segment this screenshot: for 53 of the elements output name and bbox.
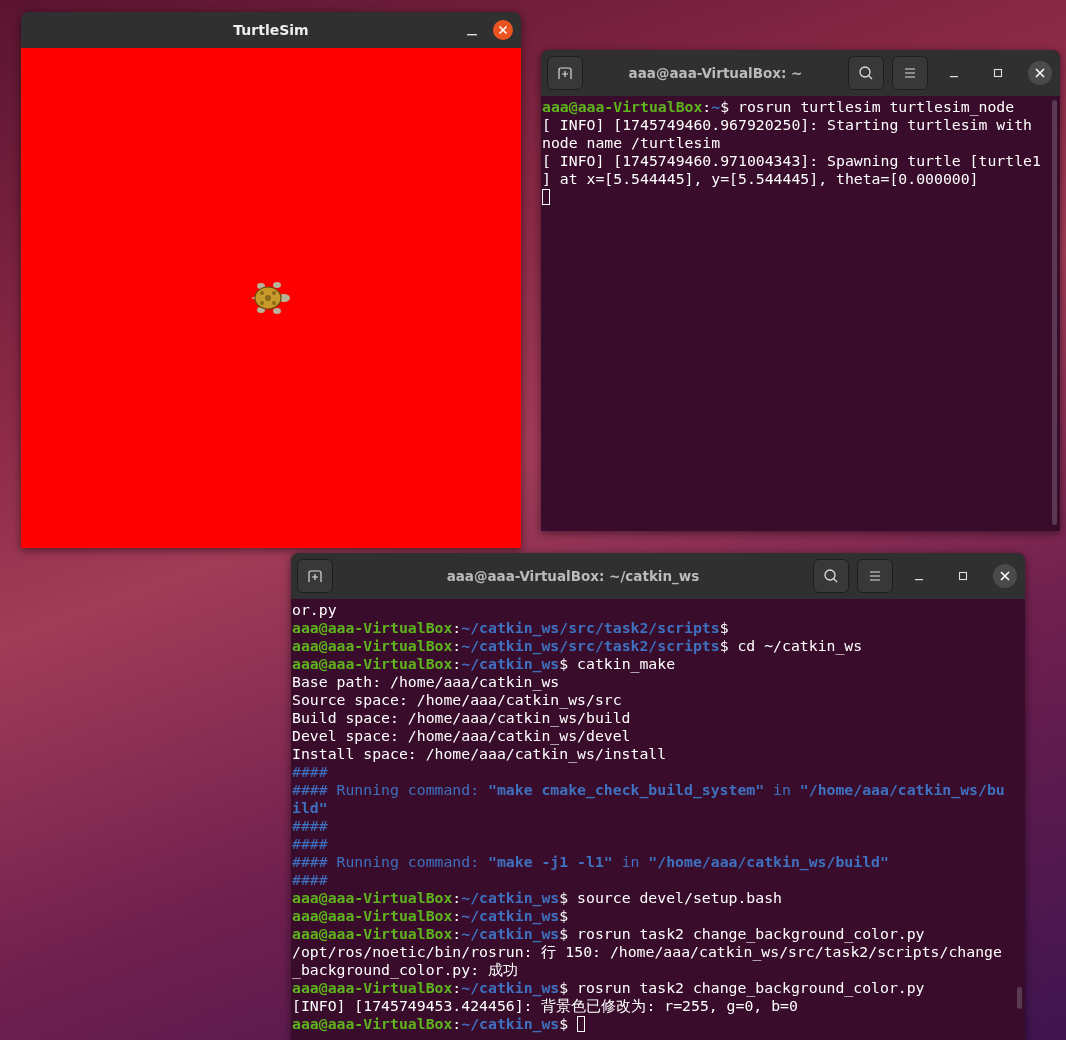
search-icon bbox=[858, 65, 874, 81]
menu-icon bbox=[867, 568, 883, 584]
terminal-line: _background_color.py: 成功 bbox=[292, 961, 519, 979]
terminal-line: [ INFO] [1745749460.967920250]: Starting turtlesim with bbox=[542, 116, 1033, 134]
terminal-line: Base path: /home/aaa/catkin_ws bbox=[292, 673, 561, 691]
terminal-line: Source space: /home/aaa/catkin_ws/src bbox=[292, 691, 623, 709]
search-button[interactable] bbox=[813, 559, 849, 593]
terminal-line: ild" bbox=[292, 799, 329, 817]
search-button[interactable] bbox=[848, 56, 884, 90]
maximize-icon[interactable] bbox=[993, 68, 1003, 78]
text-cursor bbox=[577, 1016, 586, 1032]
menu-button[interactable] bbox=[892, 56, 928, 90]
terminal-line: Devel space: /home/aaa/catkin_ws/devel bbox=[292, 727, 632, 745]
terminal-line: aaa@aaa-VirtualBox:~/catkin_ws$ rosrun task2 change_background_color.py bbox=[292, 925, 926, 943]
close-icon[interactable] bbox=[993, 564, 1017, 588]
menu-button[interactable] bbox=[857, 559, 893, 593]
terminal-line: or.py bbox=[292, 601, 338, 619]
terminal-line: #### bbox=[292, 763, 329, 781]
window-title: aaa@aaa-VirtualBox: ~ bbox=[627, 65, 804, 81]
window-title: aaa@aaa-VirtualBox: ~/catkin_ws bbox=[445, 568, 701, 584]
scrollbar[interactable] bbox=[1017, 987, 1022, 1009]
new-tab-button[interactable] bbox=[547, 56, 583, 90]
terminal-line: #### Running command: "make cmake_check_build_system" in "/home/aaa/catkin_ws/bu bbox=[292, 781, 1006, 799]
terminal-line: aaa@aaa-VirtualBox:~/catkin_ws$ catkin_make bbox=[292, 655, 677, 673]
close-icon[interactable] bbox=[493, 20, 513, 40]
terminal-line: aaa@aaa-VirtualBox:~/catkin_ws/src/task2/scripts$ bbox=[292, 619, 730, 637]
terminal-line: aaa@aaa-VirtualBox:~/catkin_ws/src/task2/scripts$ cd ~/catkin_ws bbox=[292, 637, 864, 655]
terminal-line: [INFO] [1745749453.424456]: 背景色已修改为: r=255, g=0, b=0 bbox=[292, 997, 799, 1015]
close-icon[interactable] bbox=[1028, 61, 1052, 85]
search-icon bbox=[823, 568, 839, 584]
terminal-line: #### bbox=[292, 835, 329, 853]
text-cursor bbox=[542, 189, 550, 205]
window-title: TurtleSim bbox=[233, 22, 309, 38]
terminal-line: #### bbox=[292, 817, 329, 835]
new-tab-button[interactable] bbox=[297, 559, 333, 593]
terminal-line: aaa@aaa-VirtualBox:~$ rosrun turtlesim turtlesim_node bbox=[542, 98, 1016, 116]
terminal-line: /opt/ros/noetic/bin/rosrun: 行 150: /home/aaa/catkin_ws/src/task2/scripts/change bbox=[292, 943, 1003, 961]
terminal-line: ] at x=[5.544445], y=[5.544445], theta=[0.000000] bbox=[542, 170, 980, 188]
new-tab-icon bbox=[557, 65, 573, 81]
terminal-line: aaa@aaa-VirtualBox:~/catkin_ws$ source devel/setup.bash bbox=[292, 889, 783, 907]
scrollbar[interactable] bbox=[1052, 100, 1057, 525]
maximize-icon[interactable] bbox=[958, 571, 968, 581]
terminal-line: aaa@aaa-VirtualBox:~/catkin_ws$ bbox=[292, 1015, 1014, 1033]
new-tab-icon bbox=[307, 568, 323, 584]
terminal-line: #### Running command: "make -j1 -l1" in "/home/aaa/catkin_ws/build" bbox=[292, 853, 890, 871]
terminal-line: aaa@aaa-VirtualBox:~/catkin_ws$ bbox=[292, 907, 570, 925]
terminal-line: Build space: /home/aaa/catkin_ws/build bbox=[292, 709, 632, 727]
terminal-line: node name /turtlesim bbox=[542, 134, 722, 152]
terminal-line: Install space: /home/aaa/catkin_ws/install bbox=[292, 745, 668, 763]
menu-icon bbox=[902, 65, 918, 81]
terminal-line: #### bbox=[292, 871, 329, 889]
terminal-line: [ INFO] [1745749460.971004343]: Spawning turtle [turtle1 bbox=[542, 152, 1042, 170]
terminal-line: aaa@aaa-VirtualBox:~/catkin_ws$ rosrun task2 change_background_color.py bbox=[292, 979, 926, 997]
